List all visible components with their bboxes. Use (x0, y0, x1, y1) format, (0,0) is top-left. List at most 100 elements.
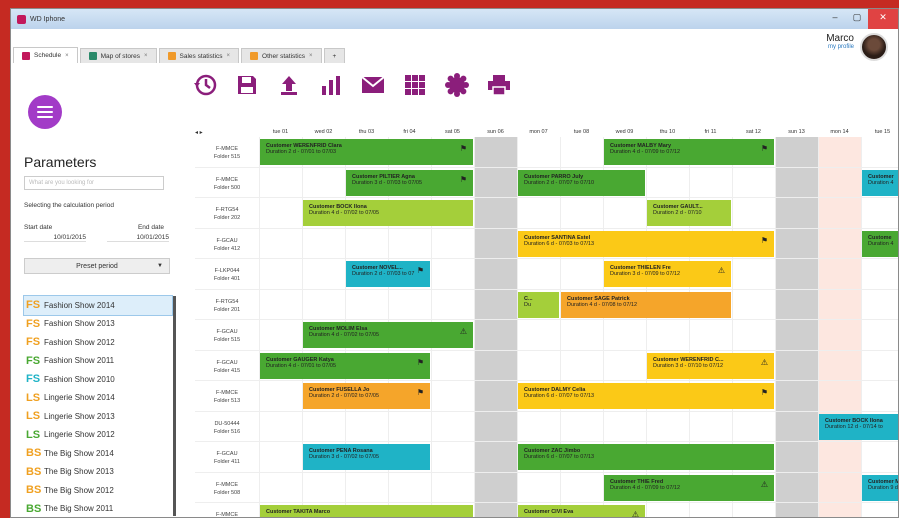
booking-bar[interactable]: C... Du (518, 291, 559, 318)
booking-bar[interactable]: Customer TAKITA Marco (260, 505, 473, 517)
tab-sales-statistics[interactable]: Sales statistics × (158, 48, 240, 63)
search-input[interactable]: What are you looking for (24, 176, 164, 190)
list-item[interactable]: FS Fashion Show 2012 (24, 333, 172, 352)
minimize-button[interactable]: – (824, 9, 846, 29)
flag-icon: ⚑ (459, 144, 467, 153)
new-tab-button[interactable]: + (323, 48, 346, 63)
list-scrollbar[interactable] (173, 296, 176, 516)
tab-map-of-stores[interactable]: Map of stores × (79, 48, 157, 63)
list-item[interactable]: FS Fashion Show 2011 (24, 352, 172, 371)
show-icon: FS (26, 299, 41, 312)
maximize-button[interactable]: ▢ (846, 9, 868, 29)
show-label: Lingerie Show 2014 (44, 393, 115, 403)
tab-label: Map of stores (100, 52, 141, 60)
statistics-button[interactable] (317, 71, 345, 99)
booking-title: Customer TAKITA Marco (266, 509, 331, 515)
booking-bar[interactable]: Customer GAULT... Duration 2 d - 07/10 (647, 200, 731, 226)
booking-bar[interactable]: Customer SAGE Patrick Duration 4 d - 07/0… (561, 291, 731, 318)
preset-period-dropdown[interactable]: Preset period ▼ (24, 258, 170, 274)
booking-bar[interactable]: Customer WERENFRID Clara Duration 2 d - 0… (260, 139, 473, 165)
row-label: F-GCAU Folder 412 (195, 229, 259, 253)
mail-icon (361, 76, 385, 93)
grid-view-button[interactable] (401, 71, 429, 99)
booking-bar[interactable]: Customer DALMY Celia Duration 6 d - 07/07… (518, 383, 774, 409)
list-item[interactable]: LS Lingerie Show 2013 (24, 407, 172, 426)
show-label: Fashion Show 2010 (44, 374, 115, 384)
tab-schedule[interactable]: Schedule × (13, 47, 78, 63)
close-tab-icon[interactable]: × (65, 53, 69, 59)
profile-link[interactable]: my profile (826, 44, 854, 50)
booking-bar[interactable]: Customer NOVEL... Duration 2 d - 07/03 to… (346, 261, 430, 287)
booking-duration: Duration 6 d - 07/07 to 07/13 (524, 393, 595, 399)
show-label: The Big Show 2014 (44, 448, 114, 458)
booking-bar[interactable]: Customer BOCK Ilona Duration 12 d - 07/14… (819, 413, 898, 440)
close-tab-icon[interactable]: × (144, 53, 148, 59)
app-icon (17, 14, 26, 24)
shows-list: FS Fashion Show 2014 FS Fashion Show 2013 FS… (23, 295, 173, 518)
mail-button[interactable] (359, 71, 387, 99)
close-tab-icon[interactable]: × (227, 53, 231, 59)
day-label: wed 02 (314, 129, 333, 135)
timeline-nav-arrows[interactable]: ◂ ▸ (195, 129, 203, 136)
history-button[interactable] (191, 71, 219, 99)
parameters-panel: Parameters What are you looking for Sele… (24, 154, 174, 209)
flag-icon: ⚑ (760, 388, 768, 397)
close-window-button[interactable]: ✕ (868, 9, 898, 29)
print-button[interactable] (485, 71, 513, 99)
list-item[interactable]: BS The Big Show 2013 (24, 463, 172, 482)
close-tab-icon[interactable]: × (309, 53, 313, 59)
booking-duration: Duration 9 d - 07/ (868, 484, 898, 491)
booking-bar[interactable]: Customer PARRO July Duration 2 d - 07/07 … (518, 169, 645, 196)
booking-bar[interactable]: Customer Duration 4 (862, 169, 898, 196)
booking-bar[interactable]: Customer WERENFRID C... Duration 3 d - 07… (647, 352, 774, 379)
booking-bar[interactable]: Customer PILTIER Agna Duration 3 d - 07/0… (346, 169, 473, 196)
main-menu-button[interactable] (28, 95, 62, 129)
list-item[interactable]: FS Fashion Show 2013 (24, 315, 172, 334)
list-item[interactable]: FS Fashion Show 2014 (23, 295, 173, 316)
avatar[interactable] (860, 33, 888, 61)
row-code: F-RTG54 (215, 207, 239, 213)
booking-bar[interactable]: Customer THIELEN Fre Duration 3 d - 07/09… (604, 261, 731, 287)
booking-bar[interactable]: Customer ZAC Jimbo Duration 6 d - 07/07 t… (518, 444, 774, 470)
booking-bar[interactable]: Customer MOLIM Elsa Duration 4 d - 07/02 … (303, 322, 473, 348)
booking-bar[interactable]: Customer FUSELLA Jo Duration 2 d - 07/02 … (303, 383, 430, 409)
booking-duration: Duration 4 d - 07/08 to 07/12 (567, 301, 638, 308)
table-row: F-MMCE Folder 508 (195, 473, 898, 503)
row-folder: Folder 513 (213, 398, 241, 404)
booking-bar[interactable]: Customer CIVI Eva ⚠ (518, 505, 645, 517)
start-date-field[interactable]: 10/01/2015 (24, 234, 86, 242)
booking-bar[interactable]: Customer THIE Fred Duration 4 d - 07/09 t… (604, 474, 774, 501)
flag-icon: ⚑ (416, 357, 424, 367)
row-folder: Folder 202 (213, 215, 241, 221)
booking-bar[interactable]: Customer SANTINA Estel Duration 6 d - 07/… (518, 230, 774, 257)
row-code: F-MMCE (216, 176, 238, 183)
booking-bar[interactable]: Custome Duration 4 (862, 230, 898, 257)
list-item[interactable]: LS Lingerie Show 2012 (24, 426, 172, 445)
bar-chart-icon (322, 76, 340, 95)
booking-duration: Duration 4 d - 07/01 to 07/05 (266, 362, 337, 369)
tab-other-statistics[interactable]: Other statistics × (241, 48, 322, 63)
booking-bar[interactable]: Customer MALBY Mary Duration 4 d - 07/09 … (604, 139, 774, 165)
upload-button[interactable] (275, 71, 303, 99)
table-row: F-LKP044 Folder 401 (195, 259, 898, 290)
list-item[interactable]: BS The Big Show 2011 (24, 500, 172, 518)
end-date-field[interactable]: 10/01/2015 (107, 234, 169, 242)
row-folder: Folder 201 (213, 306, 241, 313)
list-item[interactable]: BS The Big Show 2012 (24, 481, 172, 500)
list-item[interactable]: LS Lingerie Show 2014 (24, 389, 172, 408)
row-code: F-MMCE (216, 512, 238, 518)
table-row: F-RTG54 Folder 202 (195, 198, 898, 229)
booking-bar[interactable]: Customer MALDuration 9 d - 07/ (862, 474, 898, 501)
row-label: F-MMCE (195, 503, 259, 518)
list-item[interactable]: FS Fashion Show 2010 (24, 370, 172, 389)
booking-bar[interactable]: Customer BOCK Ilona Duration 4 d - 07/02 … (303, 200, 473, 226)
list-item[interactable]: BS The Big Show 2014 (24, 444, 172, 463)
settings-button[interactable] (443, 71, 471, 99)
grid-icon (405, 75, 425, 95)
save-button[interactable] (233, 71, 261, 99)
booking-duration: Duration 6 d - 07/07 to 07/13 (524, 454, 595, 460)
booking-bar[interactable]: Customer PENA Rosana Duration 3 d - 07/02… (303, 444, 430, 470)
booking-bar[interactable]: Customer GAUGER Katya Duration 4 d - 07/0… (260, 352, 430, 379)
row-label: F-RTG54 Folder 202 (195, 198, 259, 222)
row-label: F-GCAU Folder 415 (195, 351, 259, 375)
